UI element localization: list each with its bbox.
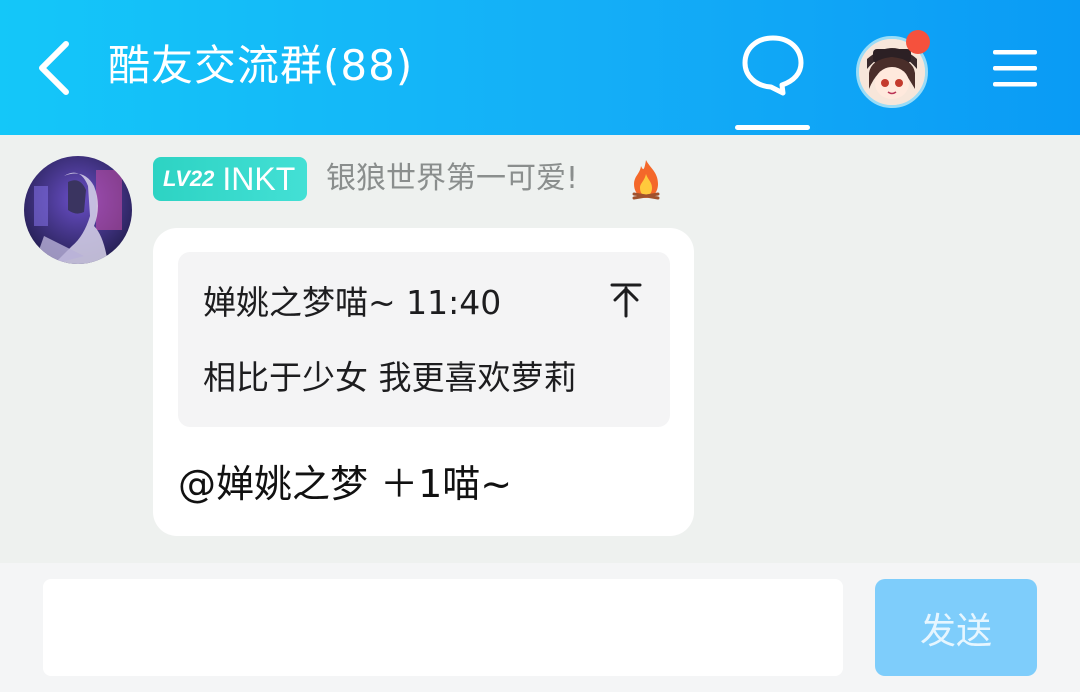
send-button[interactable]: 发送 xyxy=(875,579,1037,676)
sender-avatar[interactable] xyxy=(24,156,132,264)
message-input[interactable] xyxy=(43,579,843,676)
notification-dot xyxy=(906,30,930,54)
menu-button[interactable] xyxy=(990,44,1040,94)
active-tab-indicator xyxy=(735,125,810,130)
avatar-image xyxy=(24,156,132,264)
user-tag: INKT xyxy=(222,160,296,197)
group-title: 酷友交流群(88) xyxy=(108,41,414,90)
pin-top-icon xyxy=(608,280,644,320)
back-arrow-icon xyxy=(39,41,69,95)
sender-nickname[interactable]: 银狼世界第一可爱! xyxy=(326,157,578,201)
back-button[interactable] xyxy=(24,30,84,106)
fire-icon xyxy=(628,158,664,202)
tab-chat[interactable] xyxy=(734,30,812,130)
level-text: LV22 xyxy=(163,166,215,191)
menu-icon xyxy=(993,50,1037,87)
chat-bubble-icon xyxy=(742,35,804,96)
reply-text: @婵姚之梦 ＋1喵~ xyxy=(178,462,513,506)
quote-text: 相比于少女 我更喜欢萝莉 xyxy=(203,358,577,397)
level-badge: LV22 INKT xyxy=(153,157,308,201)
top-bar: 酷友交流群(88) xyxy=(0,0,1080,135)
quote-author-time: 婵姚之梦喵~ 11:40 xyxy=(203,283,502,322)
